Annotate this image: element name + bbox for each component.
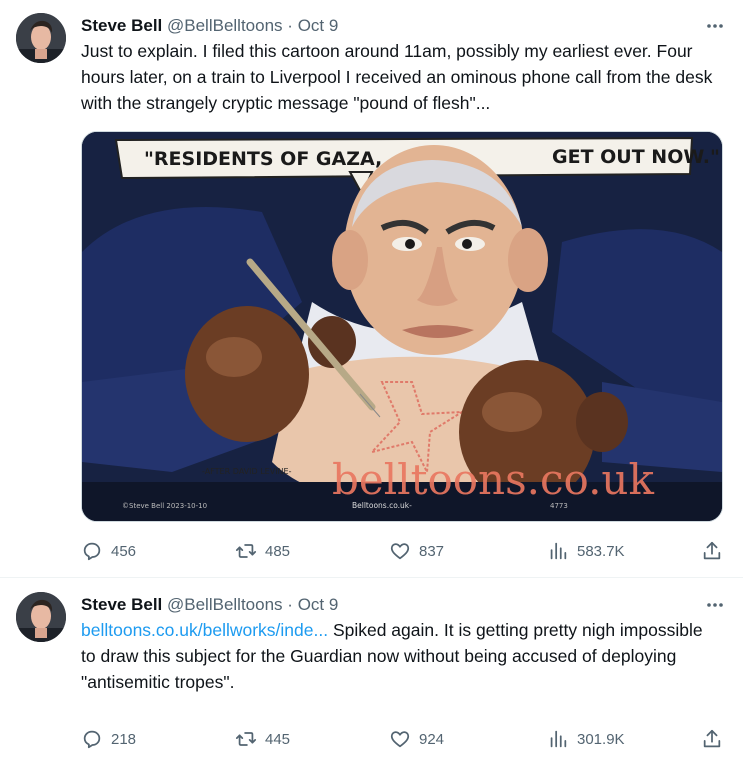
reply-button[interactable]: 456 — [81, 539, 136, 563]
more-options-button[interactable] — [703, 593, 727, 617]
heart-icon — [390, 543, 410, 560]
avatar[interactable] — [16, 592, 66, 642]
tweet-text: belltoons.co.uk/bellworks/inde... Spiked… — [81, 617, 721, 695]
repost-arrows-icon — [235, 544, 257, 558]
repost-button[interactable]: 485 — [235, 539, 290, 563]
more-options-button[interactable] — [703, 14, 727, 38]
bar-chart-icon — [550, 542, 567, 560]
speech-text-left: "RESIDENTS OF GAZA, — [144, 148, 382, 170]
reply-count: 456 — [111, 542, 137, 560]
speech-bubble-icon — [83, 730, 101, 749]
tweet[interactable]: Steve Bell @BellBelltoons · Oct 9 bellto… — [0, 579, 743, 760]
author-name[interactable]: Steve Bell — [81, 595, 162, 614]
like-count: 924 — [419, 730, 445, 748]
separator-dot: · — [287, 595, 293, 614]
tweet-image[interactable]: "RESIDENTS OF GAZA, GET OUT NOW." bellto… — [81, 131, 723, 522]
caption-site: Belltoons.co.uk- — [352, 501, 412, 510]
avatar[interactable] — [16, 13, 66, 63]
speech-text-right: GET OUT NOW." — [552, 146, 720, 168]
cartoon-illustration: "RESIDENTS OF GAZA, GET OUT NOW." bellto… — [82, 132, 722, 521]
author-handle[interactable]: @BellBelltoons — [167, 595, 283, 614]
tweet-header: Steve Bell @BellBelltoons · Oct 9 — [81, 593, 727, 617]
repost-count: 445 — [265, 730, 291, 748]
author-handle[interactable]: @BellBelltoons — [167, 16, 283, 35]
author-name[interactable]: Steve Bell — [81, 16, 162, 35]
caption-number: 4773 — [550, 502, 568, 510]
action-bar: 218 445 924 301.9K — [81, 727, 723, 751]
caption-signature: ©Steve Bell 2023-10-10 — [122, 502, 207, 510]
heart-icon — [390, 731, 410, 748]
repost-count: 485 — [265, 542, 291, 560]
more-dots-icon — [707, 603, 723, 607]
view-count: 301.9K — [577, 730, 625, 748]
like-count: 837 — [419, 542, 445, 560]
reply-button[interactable]: 218 — [81, 727, 136, 751]
bar-chart-icon — [550, 730, 567, 748]
view-count: 583.7K — [577, 542, 625, 560]
tweet-text: Just to explain. I filed this cartoon ar… — [81, 41, 713, 113]
like-button[interactable]: 924 — [389, 727, 444, 751]
watermark-text: belltoons.co.uk — [332, 455, 654, 504]
reply-count: 218 — [111, 730, 137, 748]
caption-credit: -AFTER DAVID LEVINE- — [202, 467, 292, 476]
tweet-date[interactable]: Oct 9 — [298, 595, 339, 614]
repost-button[interactable]: 445 — [235, 727, 290, 751]
share-button[interactable] — [701, 727, 723, 751]
tweet[interactable]: Steve Bell @BellBelltoons · Oct 9 Just t… — [0, 0, 743, 578]
share-button[interactable] — [701, 539, 723, 563]
repost-arrows-icon — [235, 732, 257, 746]
more-dots-icon — [707, 24, 723, 28]
views-button[interactable]: 583.7K — [547, 539, 625, 563]
tweet-link[interactable]: belltoons.co.uk/bellworks/inde... — [81, 620, 328, 640]
speech-bubble-icon — [83, 542, 101, 561]
share-upload-icon — [703, 541, 721, 560]
tweet-header: Steve Bell @BellBelltoons · Oct 9 — [81, 14, 727, 38]
tweet-date[interactable]: Oct 9 — [298, 16, 339, 35]
views-button[interactable]: 301.9K — [547, 727, 625, 751]
share-upload-icon — [703, 729, 721, 748]
separator-dot: · — [287, 16, 293, 35]
action-bar: 456 485 837 583.7K — [81, 539, 723, 563]
like-button[interactable]: 837 — [389, 539, 444, 563]
